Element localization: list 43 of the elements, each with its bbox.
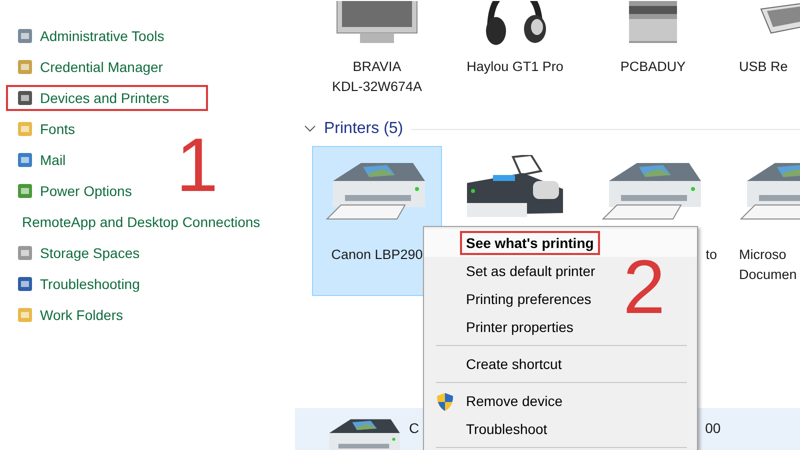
sidebar-link[interactable]: Devices and Printers [40,90,170,106]
printer-name: Documen [738,266,797,284]
step-number: 2 [623,250,666,326]
menu-item[interactable]: Printing preferences [460,287,598,311]
menu-item[interactable]: Printer properties [460,315,580,339]
control-panel-icon [16,182,34,200]
device-name: BRAVIA [352,58,402,76]
control-panel-icon [16,58,34,76]
control-panel-icon [16,88,34,106]
sidebar-link[interactable]: Fonts [40,120,76,136]
device-name: Haylou GT1 Pro [466,58,564,76]
control-panel-icon [16,244,34,262]
control-panel-icon [16,120,34,138]
device-name: USB Re [738,58,788,76]
control-panel-icon [16,306,34,324]
printer-name: Microso [738,246,786,264]
control-panel-icon [16,150,34,168]
menu-item[interactable]: See what's printing [460,231,600,255]
sidebar-link[interactable]: Work Folders [40,306,123,322]
menu-item[interactable]: Create shortcut [460,352,568,376]
sidebar-link[interactable]: Credential Manager [40,58,163,74]
chevron-down-icon[interactable] [304,125,316,133]
sidebar-link[interactable]: RemoteApp and Desktop Connections [22,214,260,230]
selected-printer-tile[interactable]: Canon LBP290 [312,146,442,296]
sidebar-link[interactable]: Mail [40,152,66,168]
sidebar-link[interactable]: Storage Spaces [40,244,140,260]
printer-name: Canon LBP290 [331,246,423,264]
details-text: 00 [705,420,721,436]
sidebar-link[interactable]: Administrative Tools [40,28,164,44]
printer-name: to [706,246,717,264]
shield-icon [436,392,454,412]
menu-item[interactable]: Troubleshoot [460,417,554,441]
control-panel-icon [16,274,34,292]
device-name: PCBADUY [620,58,686,76]
sidebar-link[interactable]: Power Options [40,182,132,198]
menu-item[interactable]: Set as default printer [460,259,602,283]
control-panel-icon [16,26,34,44]
details-text: C [409,420,420,436]
sidebar-link[interactable]: Troubleshooting [40,276,140,292]
section-title: Printers (5) [324,120,404,138]
step-number: 1 [176,128,218,204]
menu-item[interactable]: Remove device [460,389,568,413]
device-name: KDL-32W674A [332,78,422,96]
